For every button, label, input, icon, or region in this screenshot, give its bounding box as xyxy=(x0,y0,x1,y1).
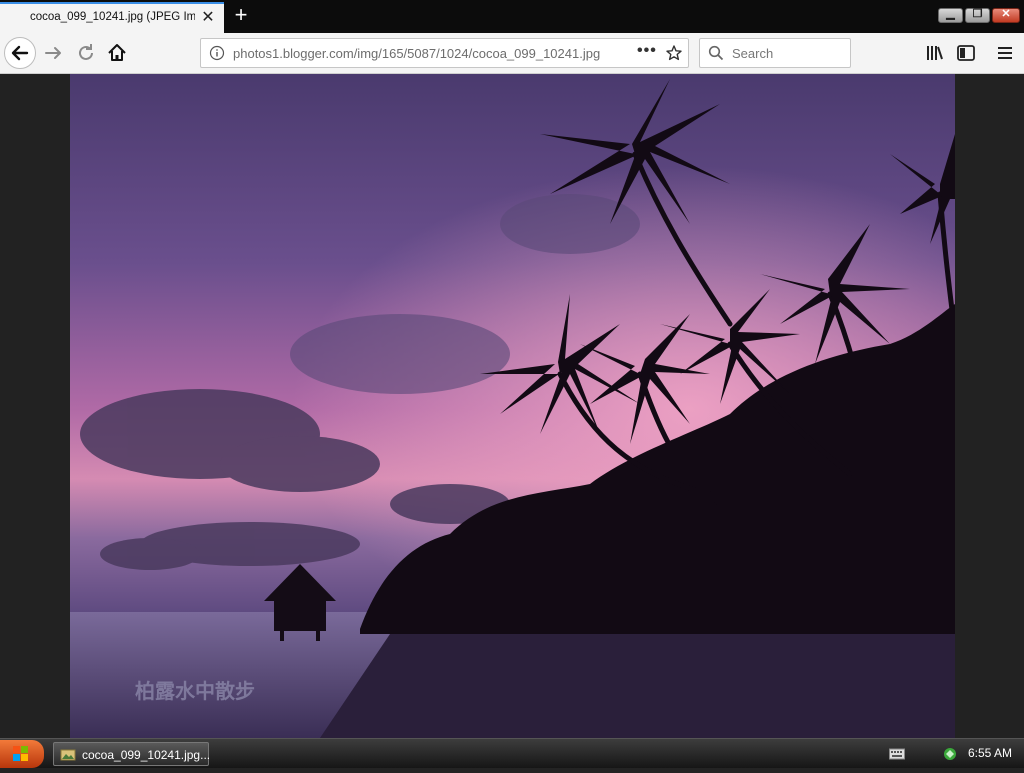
image-viewer: 柏露水中散步 xyxy=(0,74,1024,738)
library-icon[interactable] xyxy=(924,42,946,64)
search-icon xyxy=(708,45,724,61)
info-icon[interactable] xyxy=(209,45,225,61)
taskbar-item-browser[interactable]: cocoa_099_10241.jpg... xyxy=(53,742,211,766)
tab-strip: cocoa_099_10241.jpg (JPEG Image ✕ + ▁ ❐ … xyxy=(0,0,1024,33)
displayed-image[interactable]: 柏露水中散步 xyxy=(70,74,955,738)
forward-arrow-icon[interactable] xyxy=(42,41,66,65)
tab-title: cocoa_099_10241.jpg (JPEG Image xyxy=(30,11,195,23)
search-placeholder: Search xyxy=(732,46,774,61)
url-bar[interactable]: photos1.blogger.com/img/165/5087/1024/co… xyxy=(200,38,689,68)
window-controls: ▁ ❐ ✕ xyxy=(938,8,1020,24)
navigation-bar: photos1.blogger.com/img/165/5087/1024/co… xyxy=(0,33,1024,74)
bookmark-star-icon[interactable] xyxy=(665,44,683,62)
url-text[interactable]: photos1.blogger.com/img/165/5087/1024/co… xyxy=(233,46,600,61)
tab-active[interactable]: cocoa_099_10241.jpg (JPEG Image ✕ xyxy=(0,2,224,33)
reload-icon[interactable] xyxy=(74,41,98,65)
windows-logo-icon xyxy=(13,746,28,761)
new-tab-button[interactable]: + xyxy=(230,4,252,27)
network-icon[interactable] xyxy=(942,746,958,762)
page-actions-menu-icon[interactable]: ••• xyxy=(637,42,657,60)
system-clock[interactable]: 6:55 AM xyxy=(968,746,1012,760)
sidebar-toggle-icon[interactable] xyxy=(955,42,977,64)
image-file-icon xyxy=(60,749,76,761)
home-icon[interactable] xyxy=(105,41,129,65)
watermark-text: 柏露水中散步 xyxy=(135,679,255,703)
minimize-button[interactable]: ▁ xyxy=(938,8,963,23)
sunset-photo: 柏露水中散步 xyxy=(70,74,955,738)
hamburger-menu-icon[interactable] xyxy=(994,42,1016,64)
restore-button[interactable]: ❐ xyxy=(965,8,990,23)
taskbar: cocoa_099_10241.jpg... 6:55 AM xyxy=(0,738,1024,768)
start-button[interactable] xyxy=(0,740,44,768)
search-bar[interactable]: Search xyxy=(699,38,851,68)
back-arrow-icon xyxy=(11,45,29,61)
tab-close-icon[interactable]: ✕ xyxy=(200,10,216,26)
keyboard-icon[interactable] xyxy=(889,747,905,761)
back-button[interactable] xyxy=(4,37,36,69)
taskbar-item-label: cocoa_099_10241.jpg... xyxy=(82,748,211,762)
close-window-button[interactable]: ✕ xyxy=(992,8,1020,23)
